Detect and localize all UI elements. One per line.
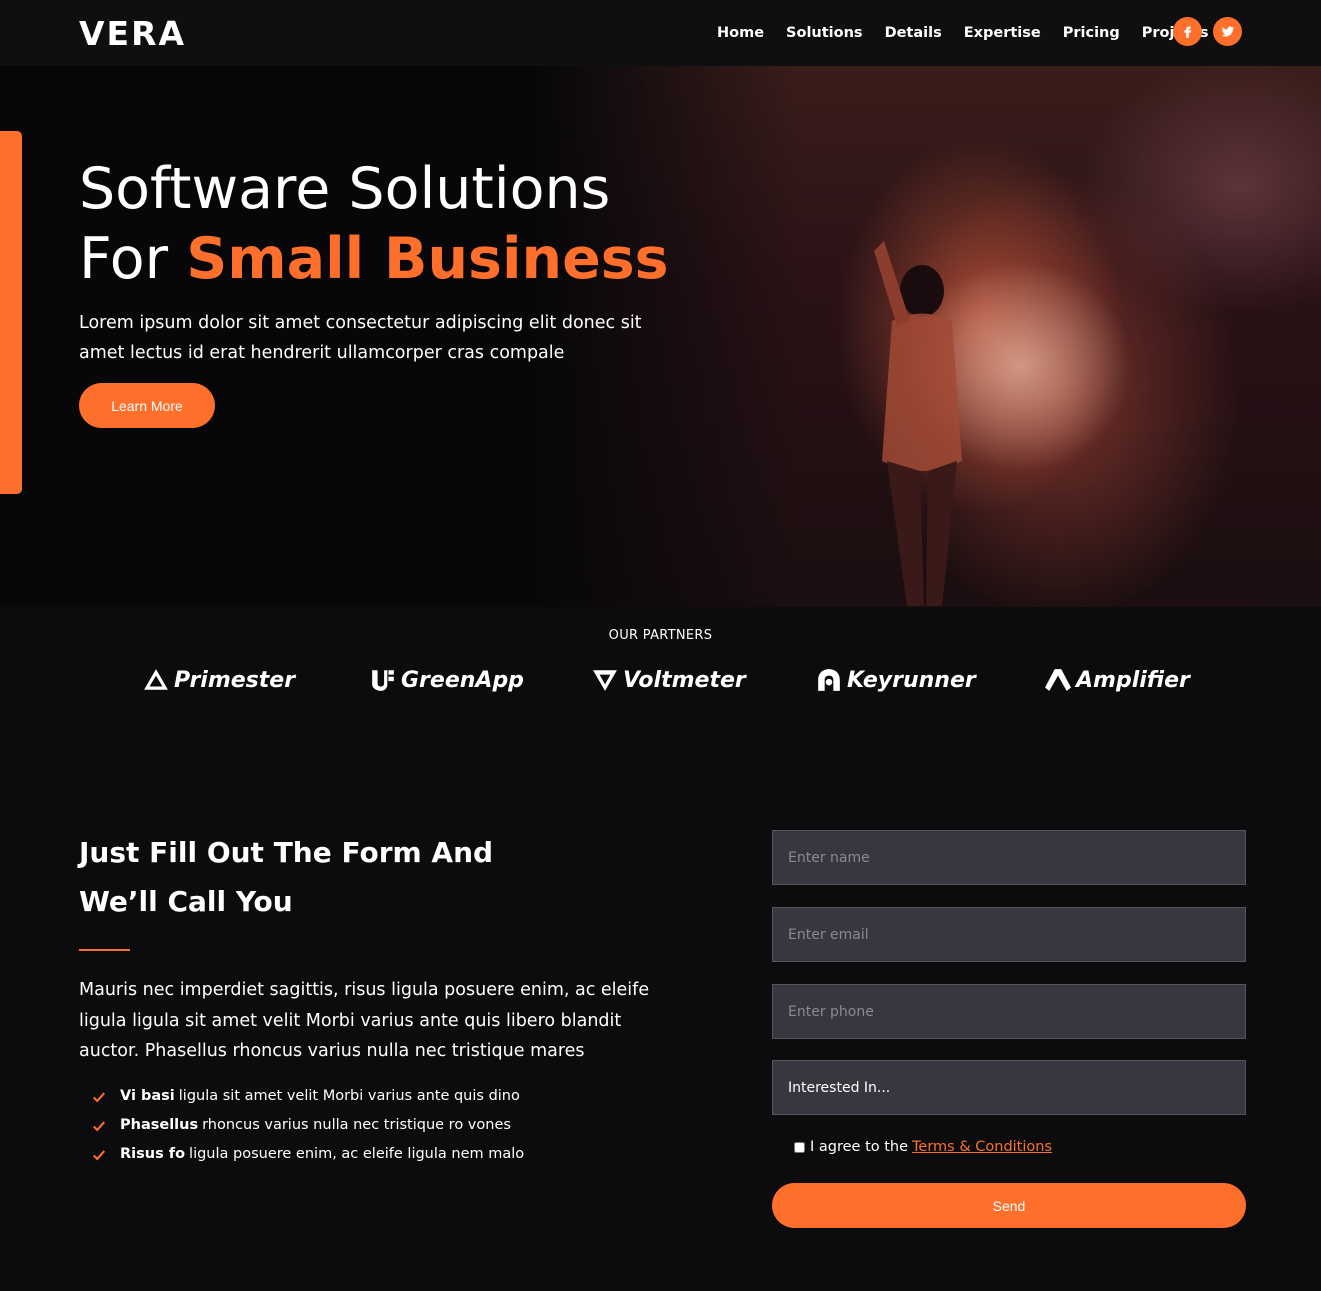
hero-figure-silhouette: [874, 241, 962, 606]
nav-link-solutions[interactable]: Solutions: [786, 25, 863, 41]
list-item: Risus fo ligula posuere enim, ac eleife …: [92, 1140, 524, 1169]
top-navbar: VERA Home Solutions Details Expertise Pr…: [0, 0, 1321, 66]
title-underline: [79, 949, 130, 951]
voltmeter-icon: [593, 670, 617, 691]
partner-logo-greenapp[interactable]: GreenApp: [370, 664, 524, 696]
partner-name: Primester: [174, 667, 296, 693]
nav-link-expertise[interactable]: Expertise: [964, 25, 1041, 41]
terms-agreement: I agree to the Terms & Conditions: [794, 1139, 1052, 1155]
hero-title-line1: Software Solutions: [79, 156, 611, 222]
brand-logo[interactable]: VERA: [79, 16, 186, 52]
list-item-text: ligula posuere enim, ac eleife ligula ne…: [189, 1146, 525, 1162]
list-item: Vi basi ligula sit amet velit Morbi vari…: [92, 1082, 524, 1111]
partner-name: Voltmeter: [623, 667, 746, 693]
terms-label: I agree to the: [810, 1139, 909, 1155]
nav-link-pricing[interactable]: Pricing: [1063, 25, 1120, 41]
hero-accent-bar: [0, 131, 22, 494]
name-field[interactable]: [772, 830, 1246, 885]
keyrunner-icon: [818, 669, 840, 691]
contact-description: Mauris nec imperdiet sagittis, risus lig…: [79, 980, 650, 1061]
partner-logo-voltmeter[interactable]: Voltmeter: [592, 664, 746, 696]
terms-checkbox[interactable]: [794, 1141, 805, 1153]
email-field[interactable]: [772, 907, 1246, 962]
amplifier-icon: [1045, 669, 1071, 691]
partner-logo-amplifier[interactable]: Amplifier: [1045, 664, 1190, 696]
list-item-text: rhoncus varius nulla nec tristique ro vo…: [202, 1117, 511, 1133]
check-icon: [93, 1091, 106, 1102]
contact-title: Just Fill Out The Form And We’ll Call Yo…: [79, 836, 494, 918]
terms-link[interactable]: Terms & Conditions: [912, 1139, 1052, 1155]
check-icon: [93, 1149, 106, 1160]
hero-title: Software Solutions For Small Business: [79, 154, 669, 294]
check-icon: [93, 1120, 106, 1131]
nav-link-home[interactable]: Home: [717, 25, 764, 41]
interest-select-value: Interested In...: [788, 1079, 891, 1096]
greenapp-icon: [372, 670, 394, 691]
list-item-bold: Phasellus: [120, 1117, 199, 1133]
hero-title-highlight: Small Business: [186, 226, 669, 292]
send-button[interactable]: Send: [772, 1183, 1246, 1228]
partner-name: Amplifier: [1076, 667, 1190, 693]
benefit-list: Vi basi ligula sit amet velit Morbi vari…: [92, 1082, 524, 1169]
primester-icon: [144, 669, 168, 690]
partner-name: Keyrunner: [847, 667, 976, 693]
learn-more-button[interactable]: Learn More: [79, 383, 215, 428]
list-item-bold: Vi basi: [120, 1088, 175, 1104]
facebook-icon[interactable]: [1173, 17, 1202, 46]
partner-logo-primester[interactable]: Primester: [143, 664, 295, 696]
hero-description: Lorem ipsum dolor sit amet consectetur a…: [79, 313, 642, 363]
phone-field[interactable]: [772, 984, 1246, 1039]
hero-title-prefix: For: [79, 226, 187, 292]
list-item-bold: Risus fo: [120, 1146, 186, 1162]
partner-name: GreenApp: [401, 667, 524, 693]
twitter-icon[interactable]: [1213, 17, 1242, 46]
list-item-text: ligula sit amet velit Morbi varius ante …: [178, 1088, 520, 1104]
nav-link-details[interactable]: Details: [885, 25, 942, 41]
list-item: Phasellus rhoncus varius nulla nec trist…: [92, 1111, 524, 1140]
interest-select[interactable]: Interested In...: [772, 1060, 1246, 1115]
partner-logo-keyrunner[interactable]: Keyrunner: [816, 664, 976, 696]
hero-section: Software Solutions For Small Business Lo…: [0, 66, 1321, 607]
partners-title: OUR PARTNERS: [608, 628, 713, 643]
nav-menu: Home Solutions Details Expertise Pricing…: [706, 0, 1219, 66]
